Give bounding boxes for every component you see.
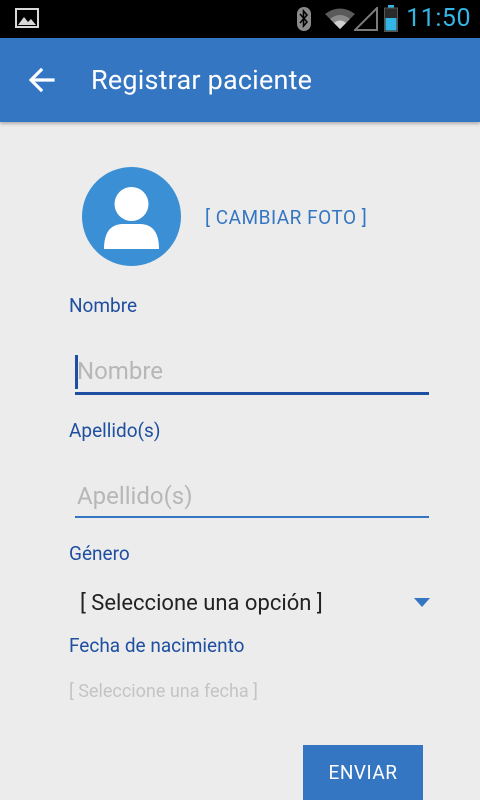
genero-select[interactable]: [ Seleccione una opción ] — [80, 588, 430, 620]
text-cursor — [75, 355, 78, 389]
signal-icon — [354, 7, 378, 31]
nombre-input[interactable] — [75, 353, 431, 389]
page-title: Registrar paciente — [91, 64, 313, 96]
person-icon — [104, 187, 159, 249]
bluetooth-icon — [297, 7, 311, 31]
submit-button[interactable]: ENVIAR — [303, 745, 423, 800]
nombre-label: Nombre — [69, 294, 138, 317]
app-bar: Registrar paciente — [0, 38, 480, 122]
dropdown-arrow-icon — [414, 598, 430, 607]
status-clock: 11:50 — [406, 4, 471, 33]
nombre-underline — [75, 392, 429, 395]
genero-label: Género — [69, 542, 130, 565]
wifi-icon — [325, 8, 355, 29]
genero-selected-value: [ Seleccione una opción ] — [80, 591, 323, 616]
arrow-left-icon[interactable] — [20, 58, 64, 102]
apellido-underline — [75, 516, 429, 518]
fecha-label: Fecha de nacimiento — [69, 634, 245, 657]
apellido-field — [75, 478, 431, 518]
status-bar: 11:50 — [0, 0, 480, 38]
fecha-picker[interactable]: [ Seleccione una fecha ] — [69, 680, 258, 704]
avatar[interactable] — [82, 167, 181, 266]
nombre-field — [75, 353, 431, 395]
apellido-label: Apellido(s) — [69, 419, 161, 442]
change-photo-button[interactable]: [ CAMBIAR FOTO ] — [205, 205, 367, 231]
apellido-input[interactable] — [75, 478, 431, 514]
gallery-icon — [15, 8, 39, 28]
battery-icon — [384, 5, 398, 32]
